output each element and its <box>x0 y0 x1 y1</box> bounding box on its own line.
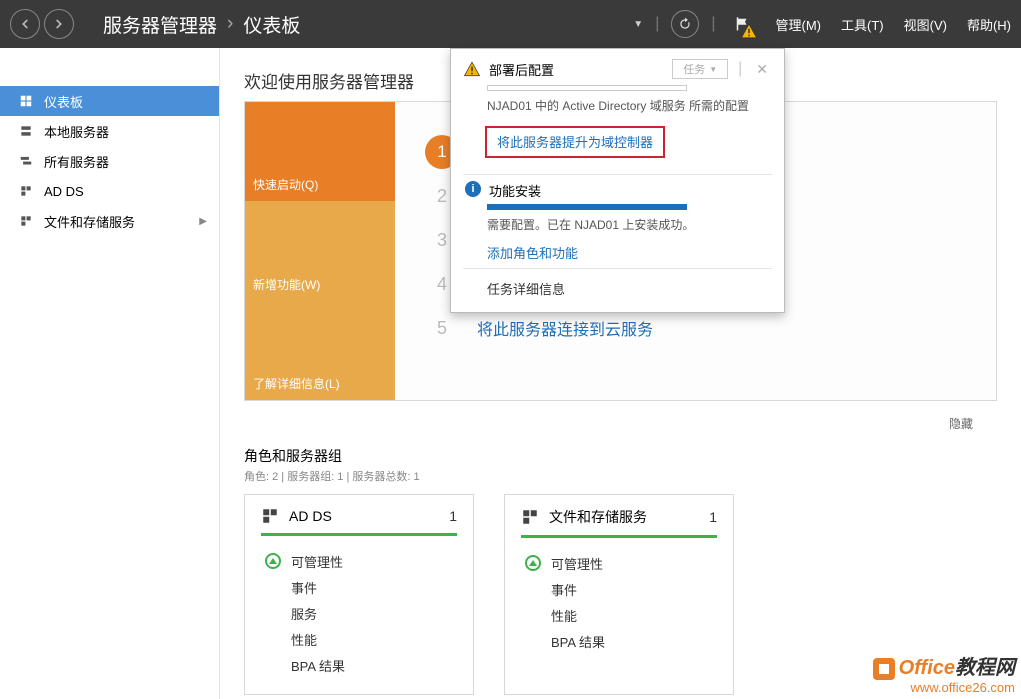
tile-row-performance[interactable]: 性能 <box>261 626 457 652</box>
logo-icon <box>873 658 895 680</box>
sidebar: 仪表板 本地服务器 所有服务器 AD DS 文件和存储服务 ▶ <box>0 48 220 699</box>
sidebar-item-dashboard[interactable]: 仪表板 <box>0 86 219 116</box>
adds-icon <box>18 183 34 199</box>
sidebar-item-label: 所有服务器 <box>44 152 109 171</box>
tile-row-bpa[interactable]: BPA 结果 <box>261 652 457 678</box>
tab-label: 了解详细信息(L) <box>253 375 340 392</box>
menu-tools[interactable]: 工具(T) <box>841 15 884 34</box>
tile-status-bar <box>521 535 717 538</box>
tile-row-events[interactable]: 事件 <box>521 576 717 602</box>
sidebar-item-label: 仪表板 <box>44 92 83 111</box>
promote-dc-link[interactable]: 将此服务器提升为域控制器 <box>485 126 665 158</box>
dropdown-caret-icon[interactable]: ▼ <box>633 19 643 30</box>
tile-row-bpa[interactable]: BPA 结果 <box>521 628 717 654</box>
sidebar-item-all-servers[interactable]: 所有服务器 <box>0 146 219 176</box>
status-up-icon <box>265 553 281 569</box>
tile-row-services[interactable]: 服务 <box>261 600 457 626</box>
dashboard-icon <box>18 93 34 109</box>
tile-count: 1 <box>449 508 457 524</box>
separator <box>463 268 772 269</box>
refresh-button[interactable] <box>671 10 699 38</box>
sidebar-item-label: AD DS <box>44 184 84 199</box>
roles-group-title: 角色和服务器组 <box>244 446 997 466</box>
tile-name: 文件和存储服务 <box>549 507 699 527</box>
roles-group-subtitle: 角色: 2 | 服务器组: 1 | 服务器总数: 1 <box>244 468 997 484</box>
tab-learn-more[interactable]: 了解详细信息(L) <box>245 301 395 400</box>
back-button[interactable] <box>10 9 40 39</box>
separator: | <box>711 15 715 33</box>
add-roles-link[interactable]: 添加角色和功能 <box>487 243 772 262</box>
menu-help[interactable]: 帮助(H) <box>967 15 1011 34</box>
sidebar-item-label: 文件和存储服务 <box>44 212 135 231</box>
warning-icon <box>463 60 481 78</box>
tile-count: 1 <box>709 509 717 525</box>
tile-row-manageability[interactable]: 可管理性 <box>261 548 457 574</box>
separator <box>463 174 772 175</box>
tab-whats-new[interactable]: 新增功能(W) <box>245 201 395 300</box>
tile-name: AD DS <box>289 508 439 524</box>
hide-link[interactable]: 隐藏 <box>220 415 973 432</box>
tab-label: 新增功能(W) <box>253 276 320 293</box>
separator: | <box>738 60 742 78</box>
popup-title: 部署后配置 <box>489 60 664 79</box>
tasks-dropdown[interactable]: 任务▼ <box>672 59 728 79</box>
breadcrumb-root[interactable]: 服务器管理器 <box>103 11 217 38</box>
forward-button[interactable] <box>44 9 74 39</box>
breadcrumb: 服务器管理器 › 仪表板 <box>103 11 633 38</box>
sidebar-item-label: 本地服务器 <box>44 122 109 141</box>
adds-icon <box>261 507 279 525</box>
chevron-right-icon: ▶ <box>199 216 207 227</box>
storage-icon <box>18 213 34 229</box>
sidebar-item-adds[interactable]: AD DS <box>0 176 219 206</box>
servers-icon <box>18 153 34 169</box>
chevron-right-icon: › <box>227 13 233 35</box>
sidebar-item-local-server[interactable]: 本地服务器 <box>0 116 219 146</box>
tab-quick-start[interactable]: 快速启动(Q) <box>245 102 395 201</box>
task-details-link[interactable]: 任务详细信息 <box>487 279 772 298</box>
step-link: 将此服务器连接到云服务 <box>477 316 653 340</box>
tile-row-performance[interactable]: 性能 <box>521 602 717 628</box>
progress-bar <box>487 85 687 91</box>
feature-install-title: 功能安装 <box>489 181 541 200</box>
breadcrumb-current: 仪表板 <box>243 11 300 38</box>
tile-adds[interactable]: AD DS 1 可管理性 事件 服务 性能 BPA 结果 <box>244 494 474 695</box>
popup-description: NJAD01 中的 Active Directory 域服务 所需的配置 <box>487 97 772 114</box>
storage-icon <box>521 508 539 526</box>
separator: | <box>655 15 659 33</box>
info-icon: i <box>465 181 481 197</box>
warning-icon <box>740 22 758 40</box>
tile-file-storage[interactable]: 文件和存储服务 1 可管理性 事件 性能 BPA 结果 <box>504 494 734 695</box>
notifications-popup: 部署后配置 任务▼ | ✕ NJAD01 中的 Active Directory… <box>450 48 785 313</box>
close-button[interactable]: ✕ <box>752 61 772 78</box>
title-bar: 服务器管理器 › 仪表板 ▼ | | 管理(M) 工具(T) 视图(V) 帮助(… <box>0 0 1021 48</box>
feature-description: 需要配置。已在 NJAD01 上安装成功。 <box>487 216 772 233</box>
tile-row-manageability[interactable]: 可管理性 <box>521 550 717 576</box>
status-up-icon <box>525 555 541 571</box>
watermark: Office教程网 www.office26.com <box>873 651 1015 695</box>
tile-row-events[interactable]: 事件 <box>261 574 457 600</box>
sidebar-item-file-storage[interactable]: 文件和存储服务 ▶ <box>0 206 219 236</box>
notifications-flag-icon[interactable] <box>728 10 756 38</box>
menu-manage[interactable]: 管理(M) <box>776 15 822 34</box>
menu-view[interactable]: 视图(V) <box>904 15 947 34</box>
step-number: 5 <box>425 315 459 341</box>
server-icon <box>18 123 34 139</box>
tab-label: 快速启动(Q) <box>253 176 318 193</box>
feature-progress-bar <box>487 204 687 210</box>
tile-status-bar <box>261 533 457 536</box>
